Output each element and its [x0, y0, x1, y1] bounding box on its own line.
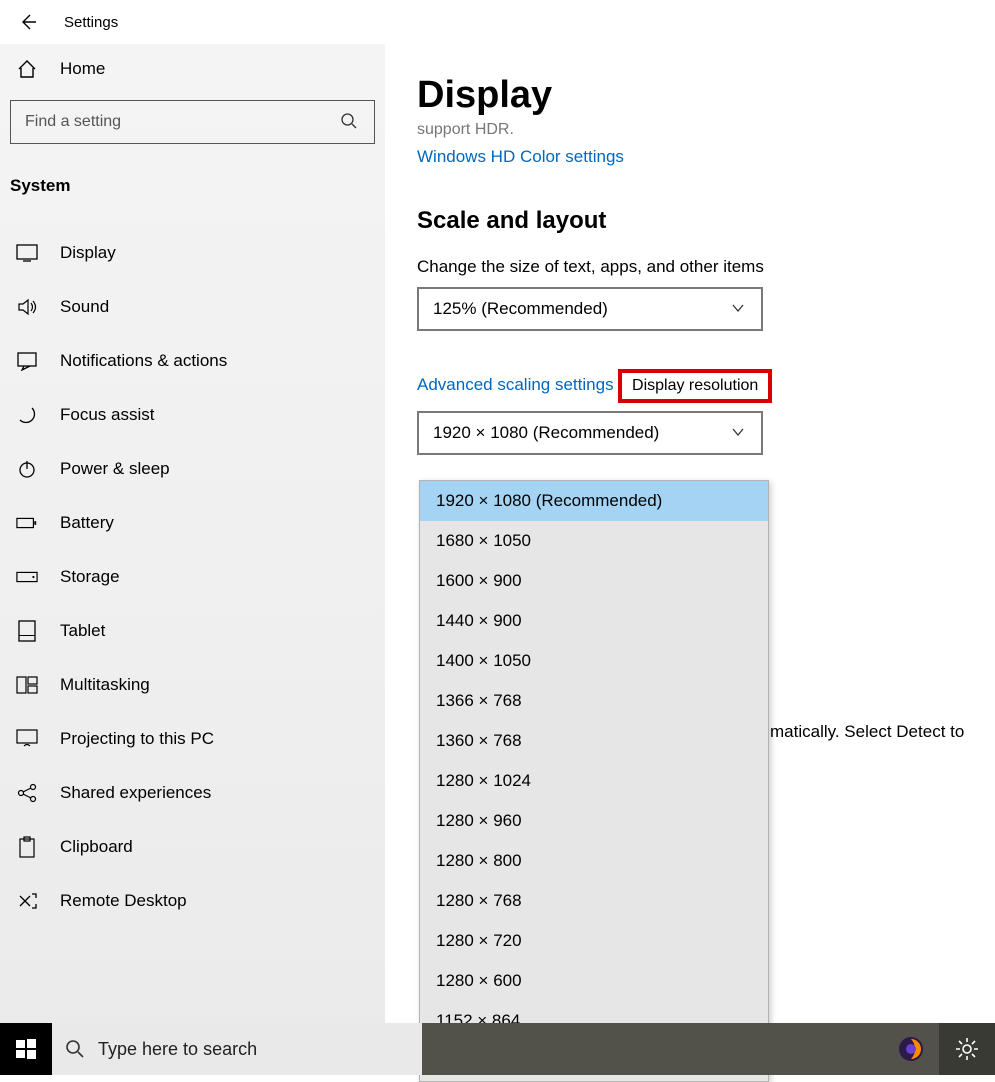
resolution-option[interactable]: 1280 × 600: [420, 961, 768, 1001]
sidebar-item-remote[interactable]: Remote Desktop: [0, 874, 385, 928]
resolution-option[interactable]: 1400 × 1050: [420, 641, 768, 681]
taskbar-search[interactable]: Type here to search: [52, 1023, 422, 1075]
sidebar-item-display[interactable]: Display: [0, 226, 385, 280]
sidebar-item-storage[interactable]: Storage: [0, 550, 385, 604]
sidebar-item-tablet[interactable]: Tablet: [0, 604, 385, 658]
firefox-icon: [897, 1035, 925, 1063]
resolution-label-highlight: Display resolution: [618, 369, 772, 403]
sidebar-item-sound[interactable]: Sound: [0, 280, 385, 334]
resolution-option[interactable]: 1360 × 768: [420, 721, 768, 761]
arrow-left-icon: [18, 12, 38, 32]
hd-color-link[interactable]: Windows HD Color settings: [417, 147, 624, 166]
page-title: Display: [417, 74, 963, 117]
windows-icon: [15, 1038, 37, 1060]
storage-icon: [16, 566, 38, 588]
home-icon: [16, 58, 38, 80]
resolution-option[interactable]: 1280 × 720: [420, 921, 768, 961]
sidebar-item-label: Sound: [60, 297, 109, 317]
gear-icon: [954, 1036, 980, 1062]
multitask-icon: [16, 674, 38, 696]
battery-icon: [16, 512, 38, 534]
projecting-icon: [16, 728, 38, 750]
sidebar-item-label: Notifications & actions: [60, 351, 227, 371]
sidebar-item-power[interactable]: Power & sleep: [0, 442, 385, 496]
resolution-label: Display resolution: [632, 377, 758, 394]
scale-dropdown-value: 125% (Recommended): [433, 299, 608, 319]
sidebar-item-label: Storage: [60, 567, 120, 587]
resolution-dropdown[interactable]: 1920 × 1080 (Recommended): [417, 411, 763, 455]
notifications-icon: [16, 350, 38, 372]
sidebar-home[interactable]: Home: [0, 44, 385, 94]
titlebar: Settings: [0, 0, 995, 44]
scale-layout-heading: Scale and layout: [417, 207, 963, 235]
search-icon: [340, 112, 360, 132]
remote-icon: [16, 890, 38, 912]
sidebar-item-label: Projecting to this PC: [60, 729, 214, 749]
window-title: Settings: [64, 14, 118, 31]
sidebar-item-label: Tablet: [60, 621, 105, 641]
sidebar-item-label: Remote Desktop: [60, 891, 187, 911]
sidebar-item-label: Focus assist: [60, 405, 154, 425]
tablet-icon: [16, 620, 38, 642]
sidebar-section-system: System: [0, 164, 385, 226]
taskbar-search-placeholder: Type here to search: [98, 1039, 257, 1060]
search-input[interactable]: [25, 113, 340, 131]
taskbar: Type here to search: [0, 1023, 995, 1075]
advanced-scaling-link[interactable]: Advanced scaling settings: [417, 375, 614, 394]
resolution-option[interactable]: 1280 × 800: [420, 841, 768, 881]
sound-icon: [16, 296, 38, 318]
taskbar-settings[interactable]: [939, 1023, 995, 1075]
scale-dropdown[interactable]: 125% (Recommended): [417, 287, 763, 331]
sidebar-item-clipboard[interactable]: Clipboard: [0, 820, 385, 874]
sidebar-item-shared[interactable]: Shared experiences: [0, 766, 385, 820]
resolution-option[interactable]: 1920 × 1080 (Recommended): [420, 481, 768, 521]
search-box[interactable]: [10, 100, 375, 144]
sidebar-item-label: Power & sleep: [60, 459, 170, 479]
sidebar-item-focus-assist[interactable]: Focus assist: [0, 388, 385, 442]
display-icon: [16, 242, 38, 264]
sidebar-item-label: Display: [60, 243, 116, 263]
focus-assist-icon: [16, 404, 38, 426]
back-button[interactable]: [16, 10, 40, 34]
chevron-down-icon: [731, 301, 747, 317]
sidebar-item-multitasking[interactable]: Multitasking: [0, 658, 385, 712]
start-button[interactable]: [0, 1023, 52, 1075]
sidebar-item-projecting[interactable]: Projecting to this PC: [0, 712, 385, 766]
shared-icon: [16, 782, 38, 804]
resolution-options-popup: 1920 × 1080 (Recommended)1680 × 10501600…: [419, 480, 769, 1082]
power-icon: [16, 458, 38, 480]
sidebar-item-label: Multitasking: [60, 675, 150, 695]
sidebar-item-battery[interactable]: Battery: [0, 496, 385, 550]
sidebar-item-label: Shared experiences: [60, 783, 211, 803]
resolution-option[interactable]: 1440 × 900: [420, 601, 768, 641]
resolution-option[interactable]: 1366 × 768: [420, 681, 768, 721]
taskbar-firefox[interactable]: [883, 1023, 939, 1075]
resolution-option[interactable]: 1280 × 1024: [420, 761, 768, 801]
scale-label: Change the size of text, apps, and other…: [417, 257, 963, 277]
sidebar: Home System Display Sound Notifications …: [0, 44, 385, 1075]
sidebar-item-notifications[interactable]: Notifications & actions: [0, 334, 385, 388]
resolution-option[interactable]: 1280 × 960: [420, 801, 768, 841]
sidebar-home-label: Home: [60, 59, 105, 79]
search-icon: [64, 1038, 86, 1060]
resolution-option[interactable]: 1600 × 900: [420, 561, 768, 601]
resolution-option[interactable]: 1680 × 1050: [420, 521, 768, 561]
partial-background-text: matically. Select Detect to: [770, 722, 970, 742]
resolution-option[interactable]: 1280 × 768: [420, 881, 768, 921]
sidebar-item-label: Battery: [60, 513, 114, 533]
sidebar-item-label: Clipboard: [60, 837, 133, 857]
hdr-fragment-text: support HDR.: [417, 121, 963, 139]
resolution-dropdown-value: 1920 × 1080 (Recommended): [433, 423, 659, 443]
chevron-down-icon: [731, 425, 747, 441]
clipboard-icon: [16, 836, 38, 858]
